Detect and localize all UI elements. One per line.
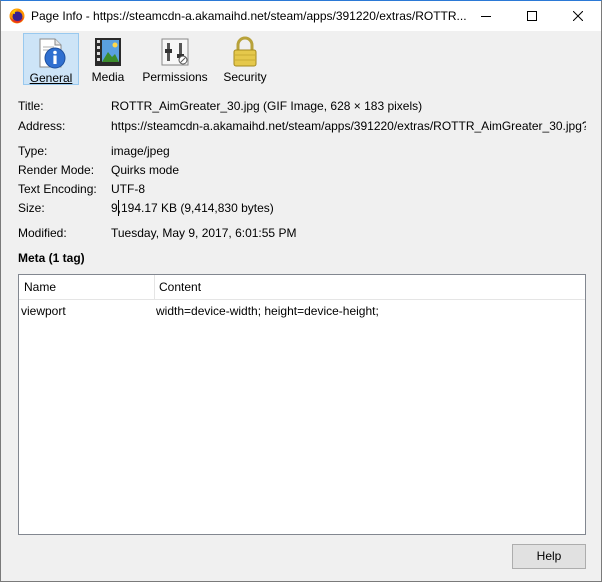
title-bar[interactable]: Page Info - https://steamcdn-a.akamaihd.… [1, 1, 601, 31]
type-value[interactable]: image/jpeg [111, 143, 170, 159]
minimize-button[interactable] [463, 1, 509, 31]
maximize-button[interactable] [509, 1, 555, 31]
tab-strip: General Media Permissions Security [1, 31, 601, 87]
tab-general[interactable]: General [23, 33, 79, 85]
info-icon [39, 38, 66, 69]
tab-general-label: General [29, 71, 73, 85]
text-caret [118, 200, 119, 216]
close-button[interactable] [555, 1, 601, 31]
maximize-icon [527, 11, 537, 21]
permissions-icon [161, 38, 189, 66]
title-value[interactable]: ROTTR_AimGreater_30.jpg (GIF Image, 628 … [111, 98, 422, 114]
meta-table-header: Name Content [19, 275, 585, 300]
text-encoding-label: Text Encoding: [18, 182, 97, 196]
tab-media[interactable]: Media [85, 33, 131, 85]
text-encoding-value[interactable]: UTF-8 [111, 181, 145, 197]
meta-name-cell: viewport [21, 304, 66, 318]
meta-table[interactable]: Name Content viewport width=device-width… [18, 274, 586, 535]
render-mode-label: Render Mode: [18, 163, 95, 177]
meta-heading: Meta (1 tag) [18, 251, 85, 265]
modified-label: Modified: [18, 226, 67, 240]
help-button[interactable]: Help [512, 544, 586, 569]
tab-permissions-label: Permissions [142, 70, 208, 84]
lock-icon [233, 36, 257, 67]
column-header-name[interactable]: Name [19, 275, 155, 299]
tab-security[interactable]: Security [217, 33, 273, 85]
render-mode-value[interactable]: Quirks mode [111, 162, 179, 178]
tab-security-label: Security [223, 70, 267, 84]
size-label: Size: [18, 201, 45, 215]
firefox-icon [9, 8, 25, 24]
modified-value[interactable]: Tuesday, May 9, 2017, 6:01:55 PM [111, 225, 296, 241]
page-info-window: Page Info - https://steamcdn-a.akamaihd.… [0, 0, 602, 582]
meta-content-cell: width=device-width; height=device-height… [156, 304, 379, 318]
close-icon [573, 11, 583, 21]
tab-media-label: Media [91, 70, 125, 84]
type-label: Type: [18, 144, 48, 158]
size-value[interactable]: 9,194.17 KB (9,414,830 bytes) [111, 200, 274, 216]
minimize-icon [481, 16, 491, 17]
tab-permissions[interactable]: Permissions [139, 33, 211, 85]
column-header-content[interactable]: Content [155, 275, 585, 299]
media-icon [95, 38, 121, 66]
title-label: Title: [18, 99, 44, 113]
address-value[interactable]: https://steamcdn-a.akamaihd.net/steam/ap… [111, 118, 586, 134]
address-label: Address: [18, 119, 66, 133]
table-row[interactable]: viewport width=device-width; height=devi… [19, 301, 585, 321]
window-title: Page Info - https://steamcdn-a.akamaihd.… [31, 9, 467, 23]
